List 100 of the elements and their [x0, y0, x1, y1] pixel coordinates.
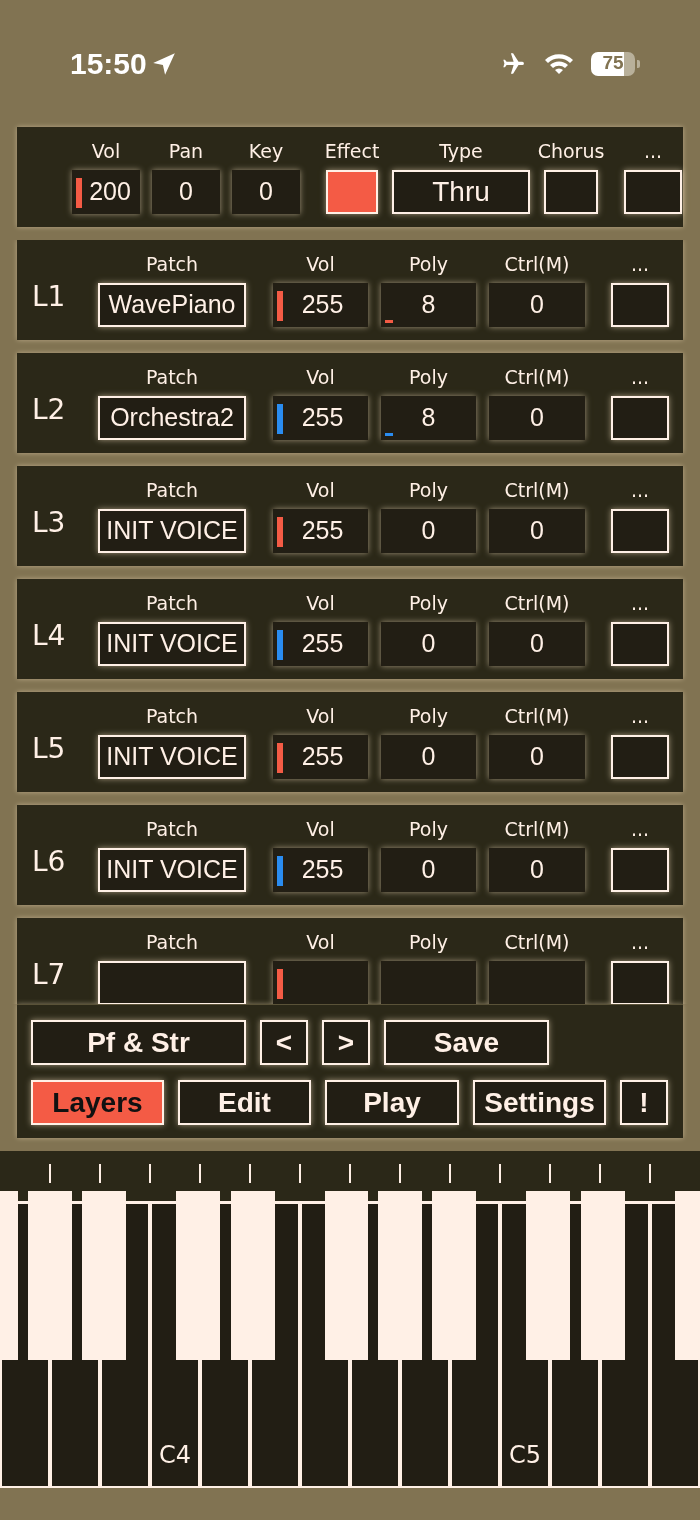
column-label: Vol: [306, 365, 335, 389]
number-field[interactable]: 0: [152, 170, 220, 214]
volume-field[interactable]: 255: [273, 848, 368, 892]
layer-name: L5: [32, 734, 67, 764]
patch-field[interactable]: WavePiano: [98, 283, 246, 327]
column-label: ...: [630, 591, 650, 615]
previous-button[interactable]: <: [260, 1020, 308, 1065]
volume-field[interactable]: 200: [72, 170, 140, 214]
status-time: 15:50: [70, 46, 147, 82]
column-label: Type: [439, 139, 483, 163]
field-value: 255: [301, 741, 344, 773]
poly-field[interactable]: 0: [381, 509, 476, 553]
toggle-button[interactable]: [544, 170, 598, 214]
toggle-button[interactable]: [326, 170, 378, 214]
more-button[interactable]: [611, 283, 669, 327]
more-button[interactable]: [611, 961, 669, 1004]
column-label: Patch: [145, 478, 199, 502]
patch-field[interactable]: INIT VOICE: [98, 509, 246, 553]
column-label: Ctrl(M): [504, 591, 570, 615]
more-button[interactable]: [611, 735, 669, 779]
wifi-icon: [543, 51, 575, 76]
column-label: Patch: [145, 817, 199, 841]
field-value: 255: [301, 515, 344, 547]
field-value: 255: [301, 402, 344, 434]
column-label: Vol: [306, 817, 335, 841]
next-button[interactable]: >: [322, 1020, 370, 1065]
column-label: Poly: [409, 930, 448, 954]
column-label: Vol: [306, 252, 335, 276]
type-selector[interactable]: Thru: [392, 170, 530, 214]
layer-name: L2: [32, 395, 67, 425]
column-label: Ctrl(M): [504, 252, 570, 276]
column-label: Patch: [145, 930, 199, 954]
control-field[interactable]: 0: [489, 283, 585, 327]
column-label: ...: [630, 817, 650, 841]
tab-button[interactable]: Settings: [473, 1080, 606, 1125]
column-label: Effect: [324, 139, 380, 163]
poly-field[interactable]: 0: [381, 848, 476, 892]
more-button[interactable]: [624, 170, 682, 214]
column-label: Chorus: [537, 139, 605, 163]
volume-field[interactable]: [273, 961, 368, 1004]
patch-field[interactable]: INIT VOICE: [98, 735, 246, 779]
control-field[interactable]: 0: [489, 622, 585, 666]
column-label: Poly: [409, 365, 448, 389]
volume-field[interactable]: 255: [273, 283, 368, 327]
column-label: Ctrl(M): [504, 365, 570, 389]
tab-button[interactable]: Play: [325, 1080, 459, 1125]
preset-name-button[interactable]: Pf & Str: [31, 1020, 246, 1065]
control-field[interactable]: [489, 961, 585, 1004]
column-label: ...: [630, 704, 650, 728]
column-label: Patch: [145, 252, 199, 276]
volume-field[interactable]: 255: [273, 735, 368, 779]
control-field[interactable]: 0: [489, 735, 585, 779]
column-label: Poly: [409, 591, 448, 615]
column-label: Poly: [409, 817, 448, 841]
poly-field[interactable]: 0: [381, 735, 476, 779]
control-field[interactable]: 0: [489, 396, 585, 440]
save-button[interactable]: Save: [384, 1020, 549, 1065]
more-button[interactable]: [611, 622, 669, 666]
column-label: Vol: [91, 139, 121, 163]
patch-field[interactable]: INIT VOICE: [98, 848, 246, 892]
column-label: ...: [630, 930, 650, 954]
volume-field[interactable]: 255: [273, 622, 368, 666]
more-button[interactable]: [611, 396, 669, 440]
poly-field[interactable]: 8: [381, 396, 476, 440]
column-label: Pan: [168, 139, 204, 163]
column-label: Poly: [409, 704, 448, 728]
column-label: Ctrl(M): [504, 704, 570, 728]
column-label: Ctrl(M): [504, 478, 570, 502]
column-label: Vol: [306, 704, 335, 728]
layer-name: L4: [32, 621, 67, 651]
piano-keys-drawing[interactable]: [0, 1191, 700, 1488]
field-value: 255: [301, 854, 344, 886]
field-value: 255: [301, 628, 344, 660]
volume-field[interactable]: 255: [273, 509, 368, 553]
volume-field[interactable]: 255: [273, 396, 368, 440]
poly-field[interactable]: 8: [381, 283, 476, 327]
more-button[interactable]: [611, 848, 669, 892]
patch-field[interactable]: Orchestra2: [98, 396, 246, 440]
patch-field[interactable]: INIT VOICE: [98, 622, 246, 666]
column-label: Vol: [306, 930, 335, 954]
column-label: Vol: [306, 591, 335, 615]
poly-field[interactable]: [381, 961, 476, 1004]
patch-field[interactable]: [98, 961, 246, 1004]
tab-button[interactable]: Layers: [31, 1080, 164, 1125]
field-value: 255: [301, 289, 344, 321]
info-button[interactable]: !: [620, 1080, 668, 1125]
key-label: C4: [159, 1441, 191, 1469]
control-field[interactable]: 0: [489, 509, 585, 553]
layer-name: L3: [32, 508, 67, 538]
column-label: Patch: [145, 365, 199, 389]
tab-button[interactable]: Edit: [178, 1080, 311, 1125]
column-label: Key: [248, 139, 284, 163]
column-label: ...: [643, 139, 663, 163]
column-label: ...: [630, 252, 650, 276]
control-field[interactable]: 0: [489, 848, 585, 892]
column-label: Poly: [409, 478, 448, 502]
column-label: Vol: [306, 478, 335, 502]
poly-field[interactable]: 0: [381, 622, 476, 666]
number-field[interactable]: 0: [232, 170, 300, 214]
more-button[interactable]: [611, 509, 669, 553]
